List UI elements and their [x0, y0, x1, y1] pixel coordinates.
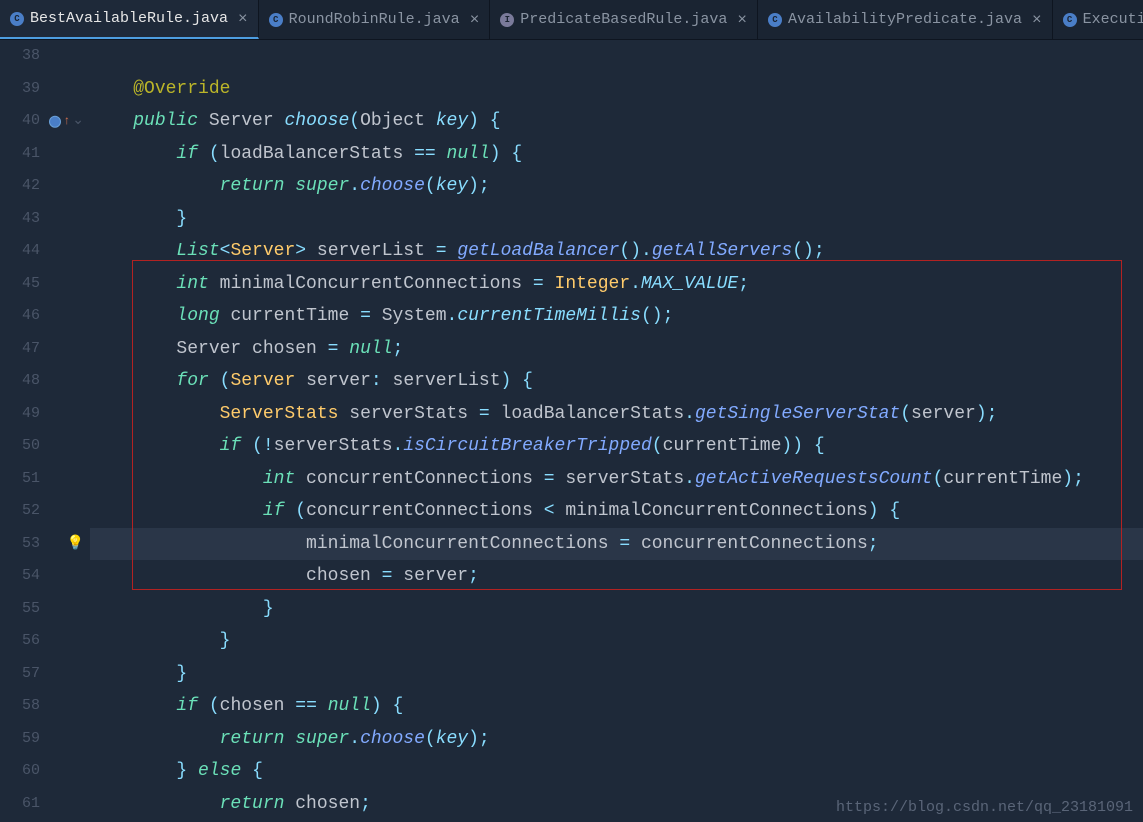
code-line[interactable]: if (loadBalancerStats == null) { — [90, 138, 1143, 171]
close-icon[interactable]: × — [737, 11, 747, 29]
tab-label: BestAvailableRule.java — [30, 10, 228, 27]
class-icon: C — [768, 13, 782, 27]
line-number[interactable]: 50 — [0, 430, 90, 463]
line-number[interactable]: 53💡 — [0, 528, 90, 561]
code-line[interactable]: @Override — [90, 73, 1143, 106]
line-number[interactable]: 38 — [0, 40, 90, 73]
code-line[interactable]: return super.choose(key); — [90, 170, 1143, 203]
interface-icon: I — [500, 13, 514, 27]
class-icon: C — [1063, 13, 1077, 27]
line-number[interactable]: 54 — [0, 560, 90, 593]
code-line[interactable]: } — [90, 593, 1143, 626]
code-line[interactable]: int concurrentConnections = serverStats.… — [90, 463, 1143, 496]
line-number[interactable]: 42 — [0, 170, 90, 203]
line-number[interactable]: 40↑⌄ — [0, 105, 90, 138]
line-number[interactable]: 60 — [0, 755, 90, 788]
line-number[interactable]: 56 — [0, 625, 90, 658]
override-icon[interactable] — [49, 115, 61, 127]
tab-executioncontext[interactable]: CExecutionContext.java× — [1053, 0, 1143, 39]
lightbulb-icon[interactable]: 💡 — [67, 528, 84, 561]
line-number[interactable]: 49 — [0, 398, 90, 431]
code-line[interactable]: public Server choose(Object key) { — [90, 105, 1143, 138]
chevron-down-icon[interactable]: ⌄ — [72, 105, 84, 138]
tab-label: PredicateBasedRule.java — [520, 11, 727, 28]
tab-label: AvailabilityPredicate.java — [788, 11, 1022, 28]
line-number[interactable]: 45 — [0, 268, 90, 301]
tab-predicatebasedrule[interactable]: I PredicateBasedRule.java × — [490, 0, 758, 39]
code-line[interactable]: Server chosen = null; — [90, 333, 1143, 366]
tab-bestavailablerule[interactable]: C BestAvailableRule.java × — [0, 0, 259, 39]
tab-label: ExecutionContext.java — [1083, 11, 1143, 28]
editor-tabs: C BestAvailableRule.java × C RoundRobinRule.… — [0, 0, 1143, 40]
line-number[interactable]: 57 — [0, 658, 90, 691]
tab-availabilitypredicate[interactable]: C AvailabilityPredicate.java × — [758, 0, 1053, 39]
close-icon[interactable]: × — [1032, 11, 1042, 29]
code-line[interactable]: ServerStats serverStats = loadBalancerSt… — [90, 398, 1143, 431]
code-line[interactable]: if (!serverStats.isCircuitBreakerTripped… — [90, 430, 1143, 463]
line-number[interactable]: 39 — [0, 73, 90, 106]
code-line[interactable]: } — [90, 658, 1143, 691]
line-number[interactable]: 52 — [0, 495, 90, 528]
code-line[interactable]: } — [90, 625, 1143, 658]
code-line[interactable]: } else { — [90, 755, 1143, 788]
code-line[interactable]: } — [90, 203, 1143, 236]
gutter: 383940↑⌄41424344454647484950515253💡54555… — [0, 40, 90, 822]
tab-roundrobinrule[interactable]: C RoundRobinRule.java × — [259, 0, 491, 39]
line-number[interactable]: 44 — [0, 235, 90, 268]
code-line[interactable]: if (concurrentConnections < minimalConcu… — [90, 495, 1143, 528]
code-line[interactable] — [90, 40, 1143, 73]
code-line[interactable]: int minimalConcurrentConnections = Integ… — [90, 268, 1143, 301]
line-number[interactable]: 46 — [0, 300, 90, 333]
code-area[interactable]: @Override public Server choose(Object ke… — [90, 40, 1143, 822]
close-icon[interactable]: × — [238, 10, 248, 28]
code-line[interactable]: minimalConcurrentConnections = concurren… — [90, 528, 1143, 561]
code-line[interactable]: if (chosen == null) { — [90, 690, 1143, 723]
line-number[interactable]: 43 — [0, 203, 90, 236]
line-number[interactable]: 58 — [0, 690, 90, 723]
arrow-up-icon: ↑ — [63, 105, 70, 138]
code-line[interactable]: long currentTime = System.currentTimeMil… — [90, 300, 1143, 333]
editor: 383940↑⌄41424344454647484950515253💡54555… — [0, 40, 1143, 822]
close-icon[interactable]: × — [470, 11, 480, 29]
code-line[interactable]: return super.choose(key); — [90, 723, 1143, 756]
line-number[interactable]: 47 — [0, 333, 90, 366]
code-line[interactable]: for (Server server: serverList) { — [90, 365, 1143, 398]
line-number[interactable]: 41 — [0, 138, 90, 171]
code-line[interactable]: chosen = server; — [90, 560, 1143, 593]
line-number[interactable]: 59 — [0, 723, 90, 756]
watermark: https://blog.csdn.net/qq_23181091 — [836, 799, 1133, 816]
line-number[interactable]: 55 — [0, 593, 90, 626]
line-number[interactable]: 61 — [0, 788, 90, 821]
class-icon: C — [269, 13, 283, 27]
tab-label: RoundRobinRule.java — [289, 11, 460, 28]
line-number[interactable]: 51 — [0, 463, 90, 496]
class-icon: C — [10, 12, 24, 26]
code-line[interactable]: List<Server> serverList = getLoadBalance… — [90, 235, 1143, 268]
line-number[interactable]: 48 — [0, 365, 90, 398]
